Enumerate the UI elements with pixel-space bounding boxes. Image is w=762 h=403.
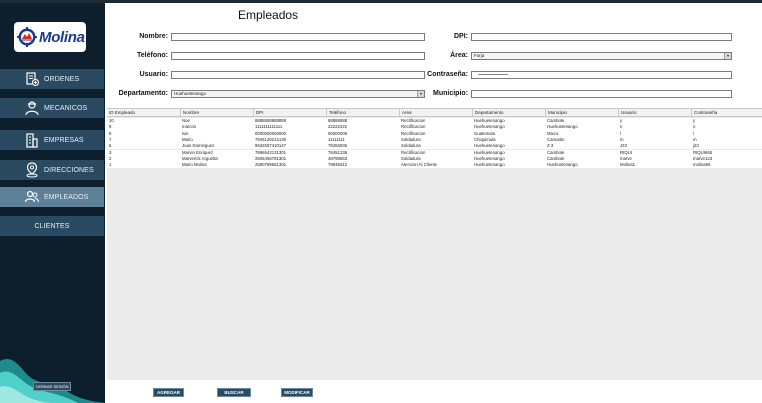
password-mask xyxy=(478,74,508,75)
page-title: Empleados xyxy=(238,8,299,22)
molina-logo: Molina xyxy=(14,22,86,52)
sidebar-item-label: EMPRESAS xyxy=(44,136,84,144)
decorative-wave xyxy=(0,358,105,403)
column-header[interactable]: Teléfono xyxy=(326,109,399,117)
top-bar xyxy=(0,0,762,3)
sidebar-item-clientes[interactable]: CLIENTES xyxy=(0,216,104,236)
column-header[interactable]: Usuario xyxy=(618,109,691,117)
sidebar-item-ordenes[interactable]: ORDENES xyxy=(0,69,104,89)
table-cell: molina66 xyxy=(693,162,711,168)
sidebar-item-empleados[interactable]: EMPLEADOS xyxy=(0,187,104,207)
municipio-input[interactable] xyxy=(471,90,732,98)
employees-table[interactable]: ID Empleado Nombre DPI Teléfono Area Dep… xyxy=(107,108,762,380)
agregar-button[interactable]: AGREGAR xyxy=(153,388,184,397)
location-icon xyxy=(26,162,38,178)
table-cell: Mario Molina xyxy=(182,162,207,168)
sidebar-item-label: MECANICOS xyxy=(44,104,88,112)
sidebar-item-label: ORDENES xyxy=(44,75,80,83)
building-icon xyxy=(26,133,38,148)
orders-icon xyxy=(26,72,40,87)
buscar-button[interactable]: BUSCAR xyxy=(217,388,251,397)
sidebar-item-label: CLIENTES xyxy=(34,222,70,230)
area-select[interactable]: Forja ▾ xyxy=(471,52,732,60)
logout-button[interactable]: CERRAR SESIÓN xyxy=(33,382,71,391)
telefono-label: Teléfono: xyxy=(137,52,168,59)
telefono-input[interactable] xyxy=(171,52,425,60)
table-cell: 1 xyxy=(109,162,112,168)
table-cell: 2590789561301 xyxy=(255,162,287,168)
departamento-label: Departamento: xyxy=(118,90,168,97)
departamento-select[interactable]: Huehuetenango ▾ xyxy=(171,90,425,98)
dpi-label: DPI: xyxy=(454,33,468,40)
modificar-button[interactable]: MODIFICAR xyxy=(281,388,313,397)
users-icon xyxy=(24,190,39,203)
app-window: Molina ORDENES MECANICOS EMPRESAS DIRECC… xyxy=(0,0,762,403)
usuario-label: Usuario: xyxy=(139,71,168,78)
dpi-input[interactable] xyxy=(471,33,732,41)
table-cell: 78945612 xyxy=(328,162,348,168)
column-header[interactable]: DPI xyxy=(253,109,326,117)
mechanic-icon xyxy=(25,101,39,116)
table-row[interactable]: 1 Mario Molina 2590789561301 78945612 Atenci… xyxy=(107,162,762,169)
table-cell: Molina1 xyxy=(620,162,636,168)
contrasena-label: Contraseña: xyxy=(427,71,468,78)
column-header[interactable]: Municipio xyxy=(545,109,618,117)
departamento-select-value: Huehuetenango xyxy=(174,91,207,96)
column-header[interactable]: Contraseña xyxy=(691,109,762,117)
table-cell: Huehuetenango xyxy=(547,162,578,168)
table-cell: Atencion Al Cliente xyxy=(401,162,438,168)
column-header[interactable]: Departamento xyxy=(472,109,545,117)
municipio-label: Municipio: xyxy=(433,90,468,97)
column-header[interactable]: Nombre xyxy=(180,109,253,117)
area-select-value: Forja xyxy=(474,53,485,58)
column-header[interactable]: Area xyxy=(399,109,472,117)
sidebar-item-mecanicos[interactable]: MECANICOS xyxy=(0,98,104,118)
sidebar-item-label: EMPLEADOS xyxy=(44,193,89,201)
table-cell: Huehuetenango xyxy=(474,162,505,168)
nombre-label: Nombre: xyxy=(139,33,168,40)
column-header[interactable]: ID Empleado xyxy=(107,109,180,117)
table-header: ID Empleado Nombre DPI Teléfono Area Dep… xyxy=(107,109,762,117)
contrasena-input[interactable] xyxy=(471,71,732,79)
sidebar-item-empresas[interactable]: EMPRESAS xyxy=(0,130,104,150)
sidebar-item-direcciones[interactable]: DIRECCIONES xyxy=(0,160,104,180)
nombre-input[interactable] xyxy=(171,33,425,41)
gear-logo-icon xyxy=(17,27,37,47)
area-label: Área: xyxy=(450,52,468,59)
chevron-down-icon[interactable]: ▾ xyxy=(417,91,424,97)
sidebar: Molina ORDENES MECANICOS EMPRESAS DIRECC… xyxy=(0,3,105,403)
sidebar-item-label: DIRECCIONES xyxy=(44,166,94,174)
brand-name: Molina xyxy=(39,28,85,46)
usuario-input[interactable] xyxy=(171,71,425,79)
chevron-down-icon[interactable]: ▾ xyxy=(724,53,731,59)
